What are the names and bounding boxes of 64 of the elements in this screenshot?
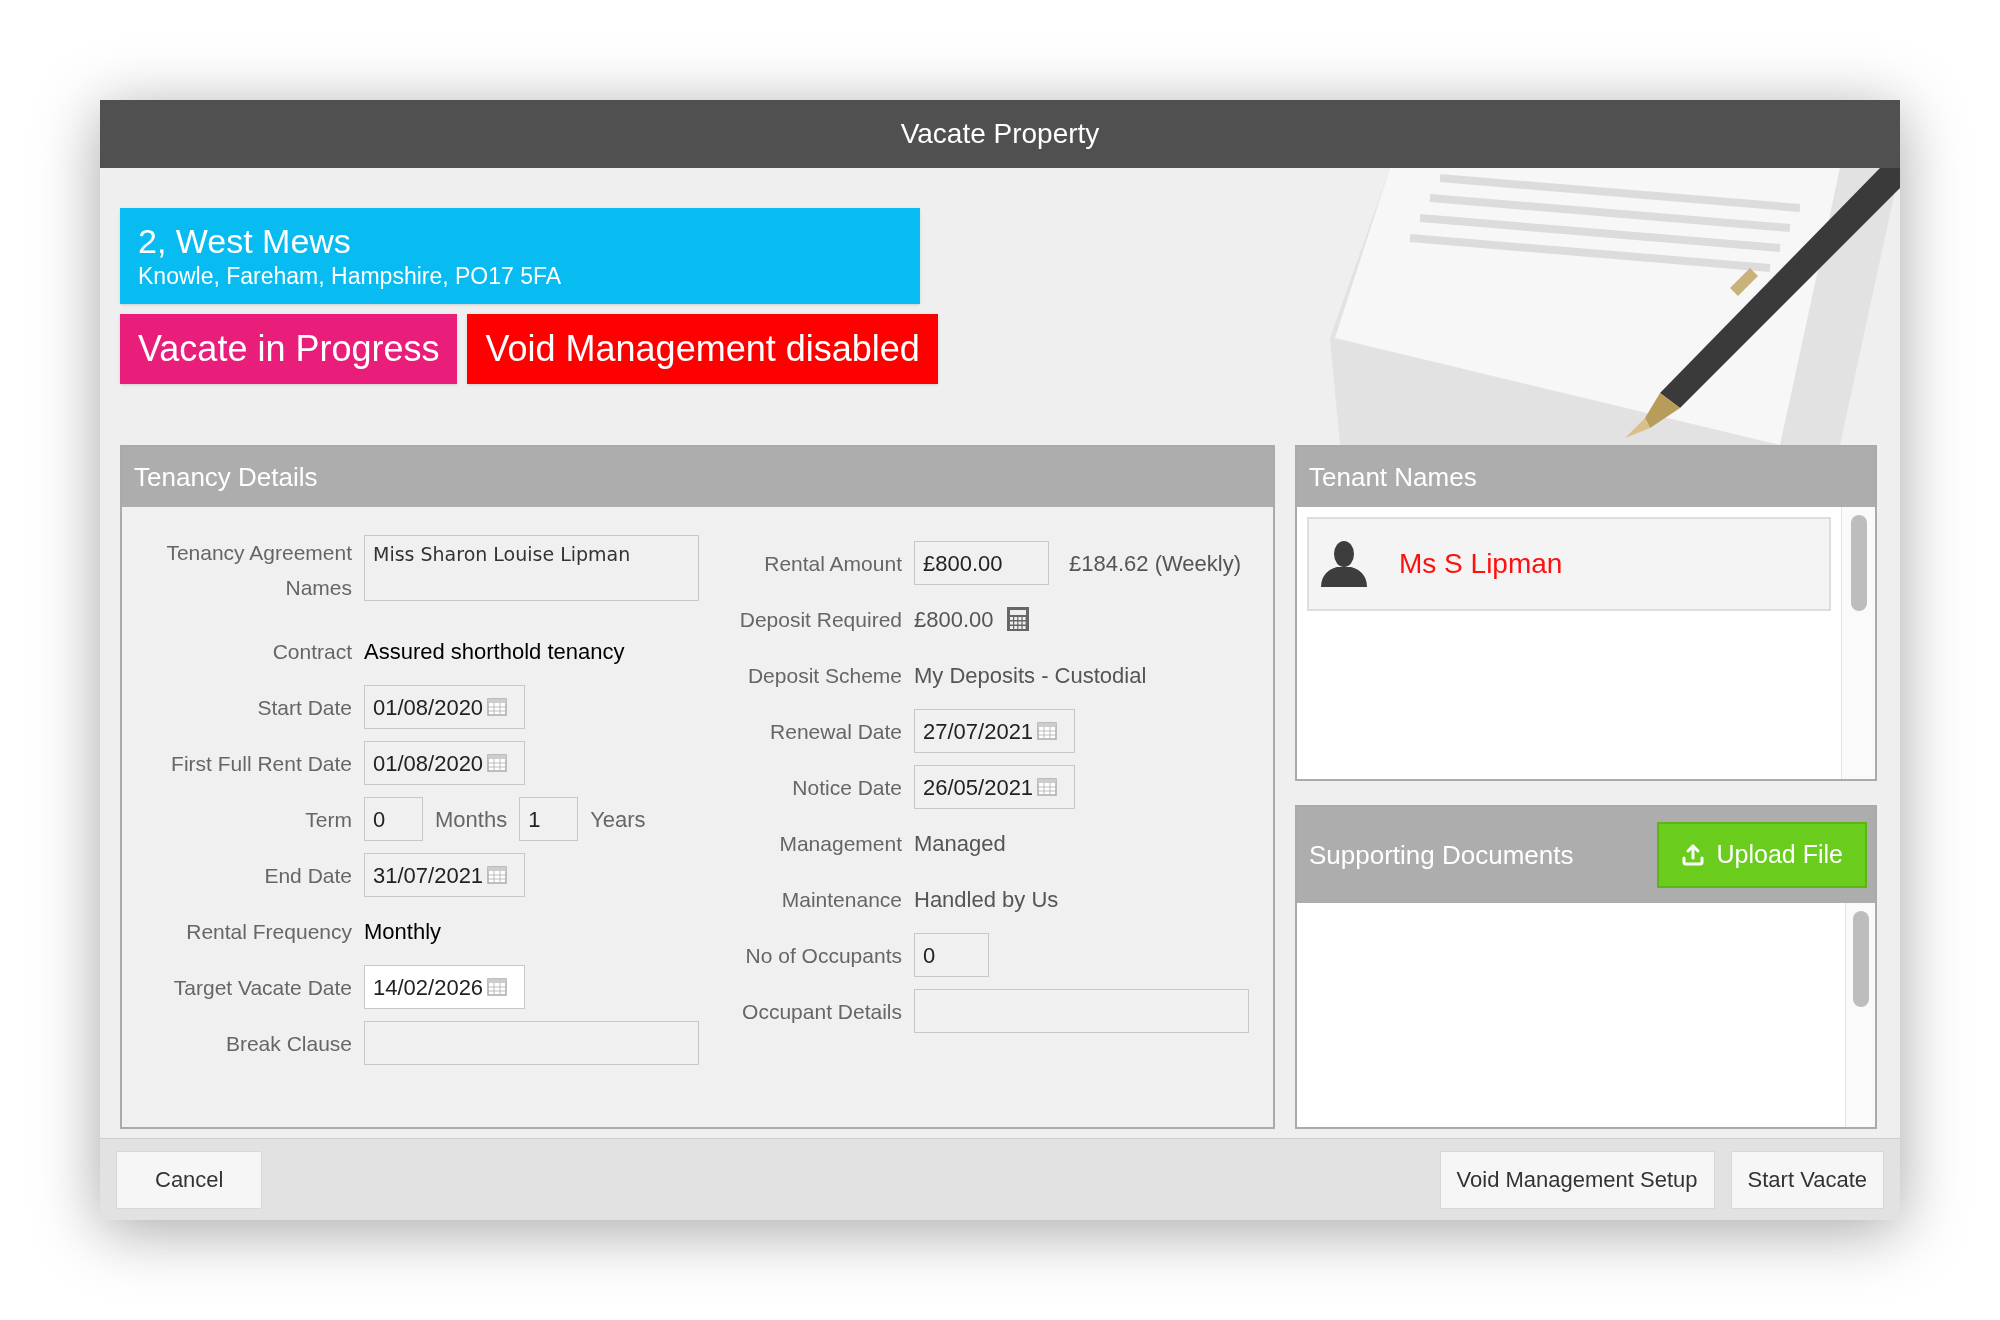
field-value: Monthly <box>364 917 442 946</box>
footer-button[interactable]: Cancel <box>116 1150 263 1209</box>
field-value: Managed <box>914 829 1006 858</box>
panel-title: Tenant Names <box>1309 460 1477 494</box>
text-field[interactable] <box>914 989 1249 1033</box>
field-label: Notice Date <box>791 774 902 801</box>
address-line: 2, West Mews <box>138 221 352 261</box>
footer-button[interactable]: Void Management Setup <box>1439 1150 1715 1209</box>
field-value: Assured shorthold tenancy <box>364 637 625 666</box>
tenant-item[interactable]: Ms S Lipman <box>1307 517 1831 611</box>
amount-field[interactable]: £800.00 <box>914 541 1049 585</box>
field-label: Maintenance <box>780 886 902 913</box>
panel-title: Tenancy Details <box>134 460 318 494</box>
person-icon <box>1319 541 1369 587</box>
field-label: No of Occupants <box>744 942 902 969</box>
panel-title: Supporting Documents <box>1309 838 1574 872</box>
term-field[interactable]: 0 <box>364 797 423 841</box>
field-label: Start Date <box>256 694 352 721</box>
date-field[interactable]: 14/02/2026 <box>364 965 525 1009</box>
field-label: Deposit Scheme <box>746 662 902 689</box>
field-label: Management <box>778 830 902 857</box>
status-badge: Vacate in Progress <box>120 314 458 384</box>
calendar-icon[interactable] <box>1037 721 1058 741</box>
field-label: Rental Frequency <box>185 918 352 945</box>
weekly-amount: £184.62 (Weekly) <box>1069 549 1241 578</box>
unit-label: Years <box>590 805 646 834</box>
date-field[interactable]: 01/08/2020 <box>364 741 525 785</box>
calendar-icon[interactable] <box>487 977 508 997</box>
field-label: Tenancy Agreement Names <box>165 540 352 601</box>
date-field[interactable]: 31/07/2021 <box>364 853 525 897</box>
field-label: End Date <box>263 862 352 889</box>
field-label: Renewal Date <box>769 718 902 745</box>
date-field[interactable]: 26/05/2021 <box>914 765 1075 809</box>
calendar-icon[interactable] <box>1037 777 1058 797</box>
field-value: Handled by Us <box>914 885 1059 914</box>
tenant-name: Ms S Lipman <box>1399 547 1563 581</box>
field-label: Target Vacate Date <box>172 974 352 1001</box>
field-label: Term <box>304 806 352 833</box>
number-field[interactable]: 0 <box>914 933 989 977</box>
date-field[interactable]: 27/07/2021 <box>914 709 1075 753</box>
field-label: Deposit Required <box>738 606 902 633</box>
address-line: Knowle, Fareham, Hampshire, PO17 5FA <box>138 262 563 291</box>
field-value: My Deposits - Custodial <box>914 661 1147 690</box>
footer-button[interactable]: Start Vacate <box>1730 1150 1884 1209</box>
date-field[interactable]: 01/08/2020 <box>364 685 525 729</box>
unit-label: Months <box>435 805 508 834</box>
field-label: First Full Rent Date <box>170 750 352 777</box>
field-label: Break Clause <box>224 1030 352 1057</box>
status-badge: Void Management disabled <box>467 314 938 384</box>
calendar-icon[interactable] <box>487 753 508 773</box>
names-field[interactable]: Miss Sharon Louise Lipman <box>364 535 699 601</box>
calculator-icon[interactable] <box>1005 606 1030 632</box>
field-label: Occupant Details <box>741 998 902 1025</box>
calendar-icon[interactable] <box>487 697 508 717</box>
window-title: Vacate Property <box>900 117 1100 151</box>
scrollbar-thumb[interactable] <box>1850 515 1867 611</box>
scrollbar-thumb[interactable] <box>1852 911 1869 1007</box>
upload-icon <box>1680 843 1705 867</box>
text-field[interactable] <box>364 1021 699 1065</box>
field-label: Contract <box>271 638 352 665</box>
calendar-icon[interactable] <box>487 865 508 885</box>
field-label: Rental Amount <box>763 550 902 577</box>
term-field[interactable]: 1 <box>519 797 579 841</box>
field-value: £800.00 <box>914 605 994 634</box>
